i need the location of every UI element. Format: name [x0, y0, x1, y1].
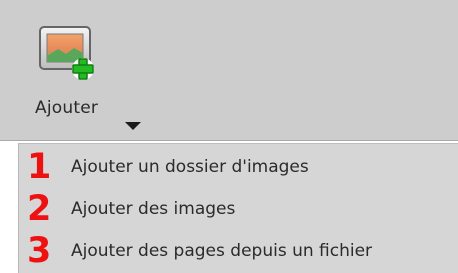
annotation-number: 2	[27, 189, 52, 229]
toolbar: Ajouter	[0, 0, 458, 141]
annotation-number: 1	[27, 147, 52, 187]
menu-item-add-images[interactable]: 2 Ajouter des images	[19, 189, 458, 229]
dropdown-arrow-icon[interactable]	[125, 122, 141, 130]
add-button-label: Ajouter	[35, 98, 99, 118]
menu-item-label: Ajouter un dossier d'images	[71, 157, 309, 177]
add-image-icon	[36, 23, 102, 89]
menu-item-add-folder[interactable]: 1 Ajouter un dossier d'images	[19, 147, 458, 187]
add-dropdown-menu: 1 Ajouter un dossier d'images 2 Ajouter …	[18, 143, 458, 273]
menu-item-label: Ajouter des pages depuis un fichier	[71, 241, 373, 261]
menu-item-add-pages-from-file[interactable]: 3 Ajouter des pages depuis un fichier	[19, 231, 458, 271]
menu-item-label: Ajouter des images	[71, 199, 236, 219]
add-button[interactable]: Ajouter	[20, 8, 150, 136]
annotation-number: 3	[27, 231, 52, 271]
